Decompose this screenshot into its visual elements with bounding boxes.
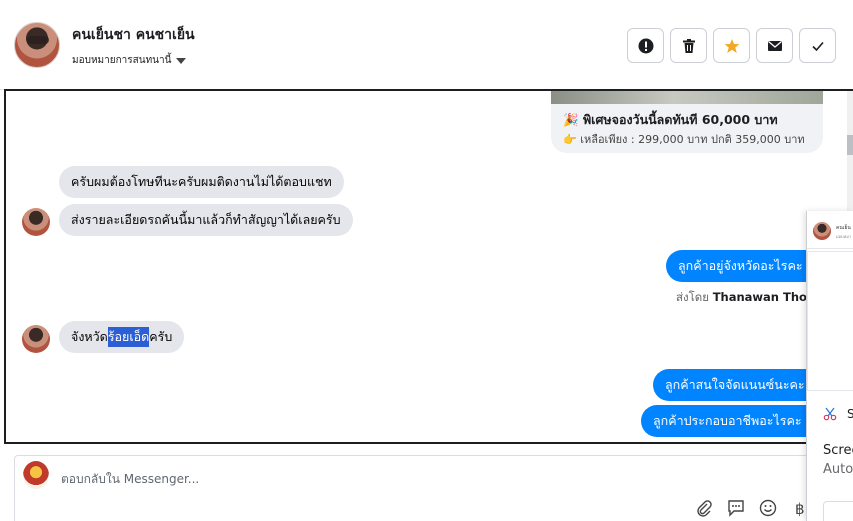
done-button[interactable] [799,28,836,63]
pointing-emoji: 👉 [563,133,577,146]
incoming-message[interactable]: จังหวัด ร้อยเอ็ด ครับ [59,321,185,353]
assign-label: มอบหมายการสนทนานี้ [72,55,172,66]
delete-button[interactable] [670,28,707,63]
sent-by-label: ส่งโดย Thanawan Thon [676,289,815,307]
promo-title-text: พิเศษจองวันนี้ลดทันที 60,000 บาท [582,112,778,127]
svg-text:฿: ฿ [795,500,805,517]
panel-line: Scree [823,443,853,458]
promo-title: 🎉 พิเศษจองวันนี้ลดทันที 60,000 บาท [563,110,778,130]
message-text: ครับ [149,329,173,344]
action-toolbar [627,28,836,63]
contact-avatar-small [22,325,50,353]
floating-panel[interactable]: คนเย็น มอบหมา S Scree Auto [806,211,853,521]
incoming-message[interactable]: ครับผมต้องโทษทีนะครับผมติดงานไม่ได้ตอบแช… [59,166,344,198]
check-icon [811,41,824,51]
promo-price: 👉 เหลือเพียง : 299,000 บาท ปกติ 359,000 … [563,130,805,148]
caret-down-icon [176,57,187,64]
emoji-icon[interactable] [759,499,777,517]
contact-avatar[interactable] [14,22,60,68]
scrollbar-thumb[interactable] [847,135,853,155]
reply-composer[interactable]: ตอบกลับใน Messenger... ฿ [14,455,814,521]
panel-subtitle: มอบหมา [836,234,852,239]
panel-preview [807,251,853,391]
page: คนเย็นชา คนชาเย็น มอบหมายการสนทนานี้ 🎉 พ… [0,0,853,521]
composer-tools: ฿ [695,499,809,517]
panel-name: คนเย็น [836,225,851,231]
panel-avatar [813,222,831,240]
promo-price-text: เหลือเพียง : 299,000 บาท ปกติ 359,000 บา… [580,133,805,146]
trash-icon [682,38,695,53]
panel-line: Auto [823,462,853,477]
reply-input[interactable]: ตอบกลับใน Messenger... [61,470,199,489]
star-button[interactable] [713,28,750,63]
promo-image [551,91,823,104]
contact-name[interactable]: คนเย็นชา คนชาเย็น [72,24,195,46]
mail-button[interactable] [756,28,793,63]
message-text: จังหวัด [71,329,108,344]
envelope-icon [767,40,782,51]
snip-label: S [847,407,853,421]
star-icon [724,38,739,53]
contact-avatar-small [22,208,50,236]
sent-by-prefix: ส่งโดย [676,290,710,304]
panel-button[interactable] [823,501,853,521]
conversation-header: คนเย็นชา คนชาเย็น มอบหมายการสนทนานี้ [0,0,853,90]
assign-dropdown[interactable]: มอบหมายการสนทนานี้ [72,53,187,68]
attachment-icon[interactable] [695,499,713,517]
saved-replies-icon[interactable] [727,499,745,517]
report-button[interactable] [627,28,664,63]
page-avatar [23,461,49,489]
scissors-icon [823,407,837,421]
sender-name: Thanawan Thon [712,290,816,304]
selected-text[interactable]: ร้อยเอ็ด [107,327,150,347]
promo-card[interactable]: 🎉 พิเศษจองวันนี้ลดทันที 60,000 บาท 👉 เหล… [551,91,823,153]
alert-icon [638,38,653,53]
incoming-message[interactable]: ส่งรายละเอียดรถคันนี้มาแล้วก็ทำสัญญาได้เ… [59,204,353,236]
snipping-tool-row[interactable]: S [823,407,853,421]
message-thread[interactable]: 🎉 พิเศษจองวันนี้ลดทันที 60,000 บาท 👉 เหล… [4,89,853,444]
party-emoji: 🎉 [563,112,579,127]
panel-header: คนเย็น มอบหมา [807,211,853,249]
